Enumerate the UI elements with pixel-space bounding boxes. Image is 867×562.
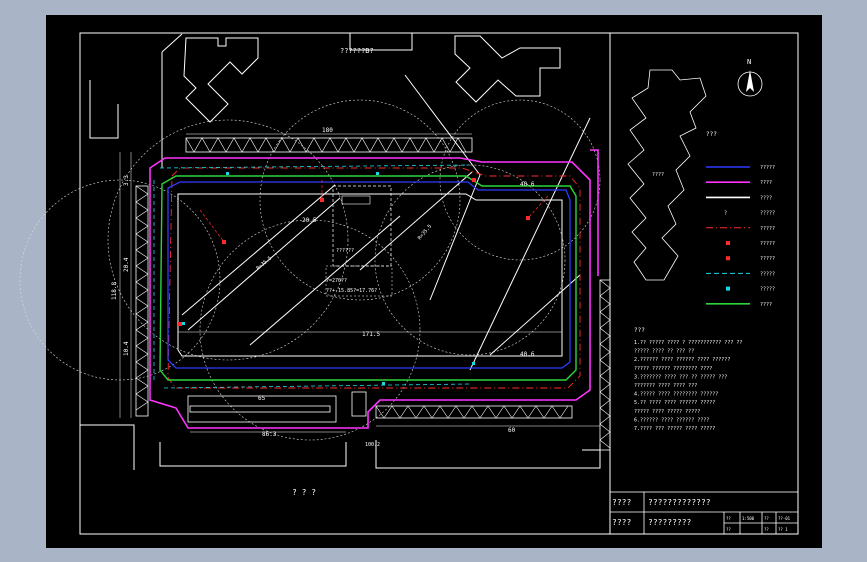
note-line: 1.?? ????? ???? ? ??????????? ??? ??: [634, 340, 742, 346]
title-block-cell: ??: [726, 516, 731, 521]
legend-title: ???: [706, 131, 717, 138]
legend-label: ????: [760, 195, 772, 201]
note-line: 6.?????? ???? ?????? ????: [634, 417, 709, 423]
note-line: 4.????? ???? ???????? ??????: [634, 392, 718, 398]
dim-right-upper: 40.6: [520, 181, 535, 188]
note-line: 2.?????? ???? ?????? ???? ??????: [634, 357, 730, 363]
legend-label: ?????: [760, 226, 775, 232]
title-block-cell: ??: [764, 527, 769, 532]
legend-label: ?????: [760, 241, 775, 247]
note-line: ????? ???? ?? ??? ??: [634, 349, 694, 355]
title-block-cell: ??-01: [778, 516, 791, 521]
legend-label: ????: [760, 302, 772, 308]
legend-swatch: [726, 241, 730, 245]
center-text-3: ??+-15.85?=17.76?: [326, 288, 377, 294]
dim-left-short: 3.3: [123, 175, 130, 186]
cad-drawing-viewport: ??????B? 180 ?????? ?=270?? ??+-15.85?=1…: [19, 15, 822, 548]
dim-top-crane: 180: [322, 127, 333, 134]
note-line: ??????? ???? ???? ???: [634, 383, 697, 389]
note-line: 3.??????? ???? ??? ?? ????? ???: [634, 374, 727, 380]
notes-title: ???: [634, 327, 645, 334]
bottom-note: ? ? ?: [292, 488, 316, 497]
dim-bottom-road: 100.2: [365, 442, 380, 448]
center-text-1: ??????: [336, 248, 354, 254]
key-plan-label: ????: [652, 172, 664, 178]
legend-label: ?????: [760, 271, 775, 277]
title-block-cell: ??: [726, 527, 731, 532]
note-line: ????? ?????? ???????? ????: [634, 366, 712, 372]
title-block-cell: ?? 1: [778, 527, 788, 532]
note-line: ????? ???? ????? ?????: [634, 409, 700, 415]
svg-text:N: N: [747, 58, 751, 66]
drawing-name-label: ????: [612, 498, 631, 507]
title-block-cell: 1:500: [742, 516, 755, 521]
legend-label: ?????: [760, 287, 775, 293]
note-line: 5.?? ???? ???? ?????? ?????: [634, 400, 715, 406]
dim-bottom-total: 60: [508, 427, 516, 434]
legend-swatch: [726, 286, 730, 291]
legend-label: ?????: [760, 211, 775, 217]
legend-swatch: ?: [724, 211, 727, 217]
dim-left-total: 118.8: [111, 282, 118, 300]
project-name: ?????????: [648, 518, 692, 527]
building-label: ??????B?: [340, 47, 374, 55]
title-block-cell: ??: [764, 516, 769, 521]
project-name-label: ????: [612, 518, 631, 527]
dim-left-sub: 20.4: [123, 257, 130, 272]
legend-label: ?????: [760, 165, 775, 171]
center-text-2: ?=270??: [326, 278, 347, 284]
note-line: 7.???? ??? ????? ???? ?????: [634, 426, 715, 432]
legend-swatch: [726, 256, 730, 261]
drawing-name: ?????????????: [648, 498, 711, 507]
legend-label: ?????: [760, 256, 775, 262]
dim-left-mid: 10.4: [123, 341, 130, 356]
dim-top-small: 20.5: [302, 217, 317, 224]
legend-label: ????: [760, 180, 772, 186]
dim-right-lower: 40.6: [520, 351, 535, 358]
